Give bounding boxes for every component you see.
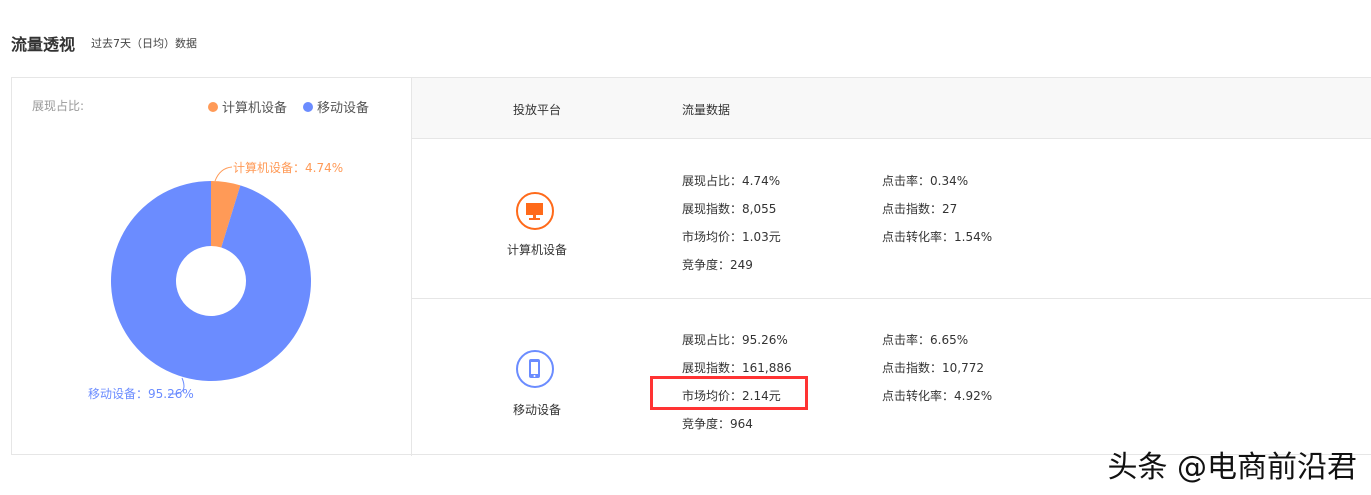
table-header: 投放平台 流量数据 xyxy=(412,78,1371,139)
monitor-icon xyxy=(516,192,554,230)
table-row-mobile: 移动设备 展现占比：95.26% 展现指数：161,886 市场均价：2.14元… xyxy=(412,298,1371,457)
slice-label-mobile: 移动设备：95.26% xyxy=(88,387,194,401)
stat: 展现占比：95.26% xyxy=(682,333,788,347)
slice-label-computer: 计算机设备：4.74% xyxy=(233,160,343,175)
stat: 展现占比：4.74% xyxy=(682,174,781,188)
stat: 点击转化率：4.92% xyxy=(882,389,993,403)
stat: 竞争度：964 xyxy=(682,417,753,431)
stat: 点击指数：10,772 xyxy=(882,361,984,375)
header-traffic: 流量数据 xyxy=(682,103,731,117)
stat: 展现指数：8,055 xyxy=(682,202,777,216)
header-platform: 投放平台 xyxy=(513,103,562,117)
stat: 展现指数：161,886 xyxy=(682,361,792,375)
slice-mobile[interactable] xyxy=(111,181,311,381)
stat: 点击率：0.34% xyxy=(882,174,969,188)
highlight-box xyxy=(650,376,808,410)
platform-label: 移动设备 xyxy=(512,403,561,417)
stat: 点击率：6.65% xyxy=(882,333,969,347)
stat: 市场均价：1.03元 xyxy=(682,230,781,244)
donut-chart: 计算机设备：4.74% 移动设备：95.26% xyxy=(88,160,343,401)
table-row-computer: 计算机设备 展现占比：4.74% 展现指数：8,055 市场均价：1.03元 竞… xyxy=(412,139,1371,299)
platform-label: 计算机设备 xyxy=(506,243,567,257)
phone-icon xyxy=(516,350,554,388)
stat: 点击指数：27 xyxy=(882,202,958,216)
label-line-computer xyxy=(214,166,233,182)
watermark: 头条 @电商前沿君 xyxy=(1107,450,1357,485)
stat: 点击转化率：1.54% xyxy=(882,230,993,244)
stat: 竞争度：249 xyxy=(682,258,753,272)
